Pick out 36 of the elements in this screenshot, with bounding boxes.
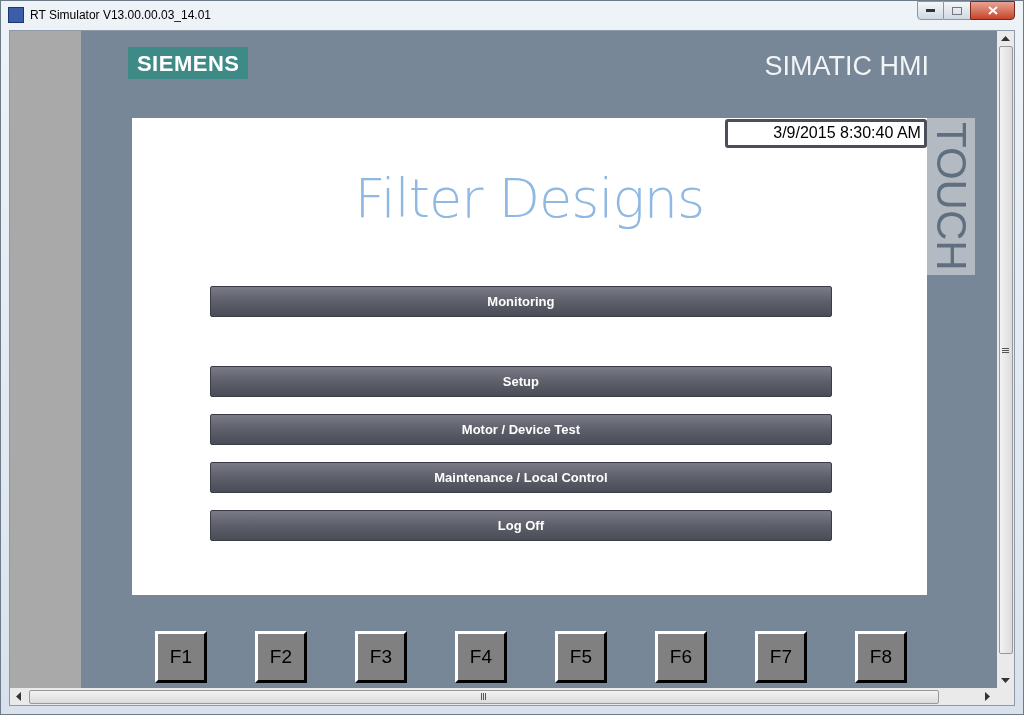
function-key[interactable]: F6 <box>654 631 707 683</box>
window-title: RT Simulator V13.00.00.03_14.01 <box>30 7 211 24</box>
function-key[interactable]: F1 <box>154 631 207 683</box>
minimize-button[interactable] <box>917 1 944 20</box>
menu-button[interactable]: Setup <box>209 366 832 397</box>
menu-button[interactable]: Log Off <box>209 510 832 541</box>
function-key[interactable]: F7 <box>754 631 807 683</box>
vertical-scrollbar[interactable] <box>997 31 1014 688</box>
scroll-left-icon[interactable] <box>16 692 21 701</box>
menu-button[interactable]: Monitoring <box>209 286 832 317</box>
grip-icon <box>1002 347 1009 353</box>
close-icon <box>987 6 998 15</box>
function-key[interactable]: F4 <box>454 631 507 683</box>
menu-button[interactable]: Maintenance / Local Control <box>209 462 832 493</box>
app-icon <box>8 7 24 23</box>
scrollbar-thumb[interactable] <box>29 689 939 704</box>
scroll-up-icon[interactable] <box>1001 36 1010 41</box>
scrollbar-thumb[interactable] <box>998 46 1013 654</box>
close-button[interactable] <box>970 1 1015 20</box>
function-key[interactable]: F3 <box>354 631 407 683</box>
date-time-field: 3/9/2015 8:30:40 AM <box>724 119 927 148</box>
function-key[interactable]: F5 <box>554 631 607 683</box>
function-key[interactable]: F8 <box>854 631 907 683</box>
scroll-right-icon[interactable] <box>985 692 990 701</box>
function-key[interactable]: F2 <box>254 631 307 683</box>
minimize-icon <box>926 9 935 12</box>
scroll-down-icon[interactable] <box>1001 678 1010 683</box>
brand-logo: SIEMENS <box>127 47 249 79</box>
product-name: SIMATIC HMI <box>764 50 929 83</box>
maximize-button[interactable] <box>944 1 970 20</box>
touch-label: TOUCH <box>927 122 974 271</box>
screen-title: Filter Designs <box>354 166 705 232</box>
horizontal-scrollbar[interactable] <box>10 688 1014 705</box>
menu-button[interactable]: Motor / Device Test <box>209 414 832 445</box>
maximize-icon <box>952 6 962 15</box>
grip-icon <box>480 693 488 700</box>
